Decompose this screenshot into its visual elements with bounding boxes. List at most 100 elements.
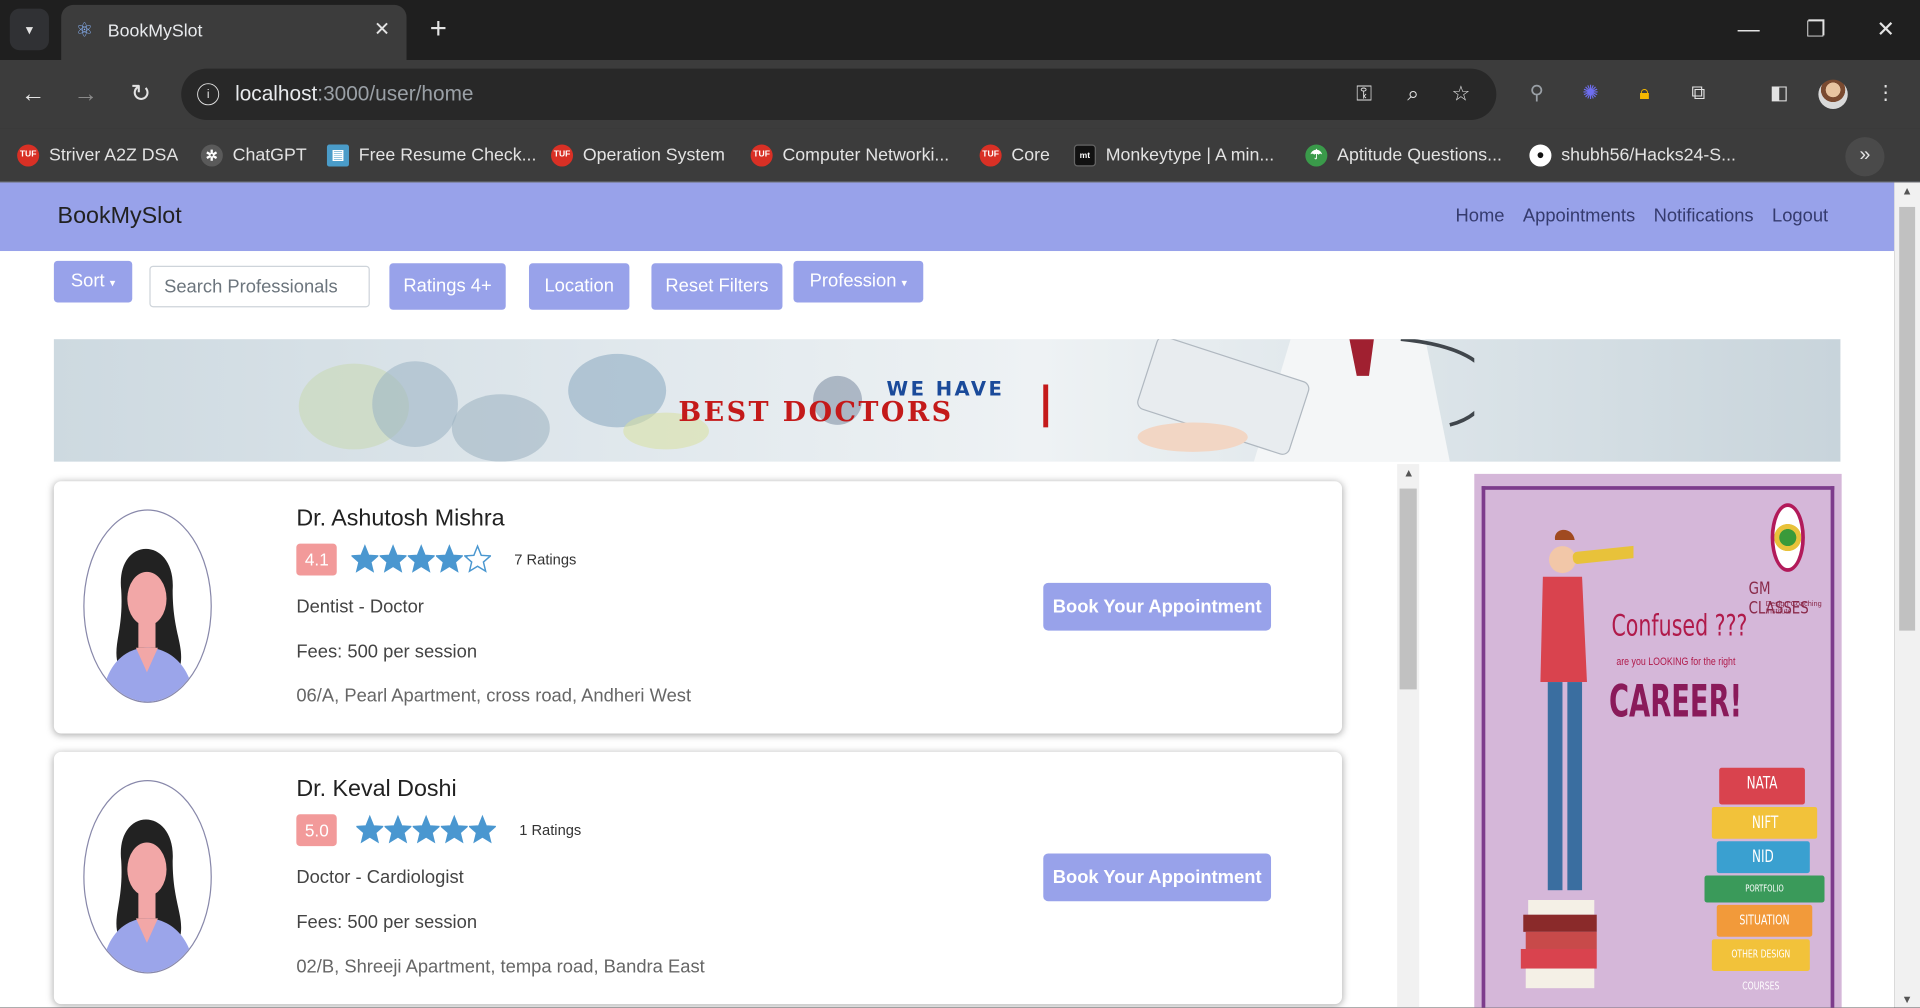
doctor-fees: Fees: 500 per session [296,912,478,934]
url-text: localhost:3000/user/home [235,82,474,106]
reset-filters-button[interactable]: Reset Filters [651,263,783,310]
scroll-up-icon[interactable]: ▲ [1902,185,1913,197]
star-icon [356,814,384,844]
bookmark-item[interactable]: mt Monkeytype | A min... [1073,141,1274,170]
banner-line-2: BEST DOCTORS [678,396,954,429]
ratings-count: 7 Ratings [514,551,577,569]
close-tab-icon[interactable]: ✕ [370,18,394,42]
gm-classes-logo [1770,503,1805,572]
bookmark-item[interactable]: ✲ ChatGPT [200,141,307,170]
profession-dropdown[interactable]: Profession ▾ [793,260,924,303]
star-icon [435,544,463,573]
active-tab[interactable]: ⚛ BookMySlot ✕ [61,4,407,61]
bookmark-item[interactable]: TUF Operation System [551,141,725,170]
banner-accent-bar [1043,384,1049,428]
restore-icon[interactable]: ❐ [1801,15,1830,44]
tuf-icon: TUF [750,144,773,167]
doctor-address: 02/B, Shreeji Apartment, tempa road, Ban… [296,956,705,978]
doctor-name: Dr. Ashutosh Mishra [296,505,505,532]
github-icon: ● [1529,144,1552,167]
extension-lock-icon[interactable]: 🔒︎ [1630,80,1659,109]
star-rating [356,813,496,847]
doctor-illustration [1137,339,1475,462]
bookmark-item[interactable]: ☂ Aptitude Questions... [1305,141,1502,170]
tuf-icon: TUF [17,144,40,167]
rating-badge: 4.1 [296,543,338,576]
doctor-card: Dr. Keval Doshi 5.0 1 Ratings Doctor - C… [53,751,1343,1005]
doctors-banner: WE HAVE BEST DOCTORS [53,339,1841,462]
chatgpt-icon: ✲ [200,144,223,167]
page-viewport: BookMySlot Home Appointments Notificatio… [0,182,1895,1008]
location-filter-button[interactable]: Location [528,263,630,310]
star-icon [351,544,379,573]
new-tab-button[interactable]: + [422,14,454,47]
scroll-up-icon[interactable]: ▲ [1403,467,1414,479]
side-panel-icon[interactable]: ◧ [1765,80,1794,109]
bookmark-item[interactable]: TUF Striver A2Z DSA [17,141,178,170]
doctor-fees: Fees: 500 per session [296,641,478,663]
bookmark-item[interactable]: TUF Computer Networki... [750,141,949,170]
tab-strip: ▾ ⚛ BookMySlot ✕ + — ❐ ✕ [0,0,1920,61]
book-appointment-button[interactable]: Book Your Appointment [1043,582,1272,631]
caret-down-icon: ▾ [901,276,908,289]
site-info-icon[interactable]: i [197,83,220,106]
ad-tagline: Design Coaching Institute [1765,601,1822,616]
tuf-icon: TUF [551,144,574,167]
back-button[interactable]: ← [16,77,50,111]
extension-gear-icon[interactable]: ✺ [1576,80,1605,109]
star-icon [379,544,407,573]
nav-home[interactable]: Home [1456,206,1505,227]
ad-headline-3: CAREER! [1608,677,1743,728]
course-book: SITUATION TEST [1716,904,1813,960]
rating-badge: 5.0 [296,814,338,847]
book-appointment-button[interactable]: Book Your Appointment [1043,853,1272,902]
star-icon [468,814,496,844]
doctor-name: Dr. Keval Doshi [296,776,457,803]
address-bar[interactable]: i localhost:3000/user/home ⚿ ⌕ ☆ [181,68,1497,121]
star-icon [412,814,440,844]
ad-headline-1: Confused ??? [1611,608,1748,643]
page-scrollbar[interactable]: ▲ ▼ [1894,182,1920,1008]
bookmark-star-icon[interactable]: ☆ [1447,81,1474,108]
scroll-thumb[interactable] [1899,206,1916,631]
nav-notifications[interactable]: Notifications [1654,206,1754,227]
student-telescope-illustration [1520,529,1634,989]
more-bookmarks-button[interactable]: » [1845,137,1885,177]
course-book: NIFT [1711,806,1818,839]
sort-dropdown[interactable]: Sort ▾ [53,260,133,303]
extension-icon[interactable]: ⚲ [1522,80,1551,109]
ratings-filter-button[interactable]: Ratings 4+ [389,263,506,310]
scroll-thumb[interactable] [1399,488,1417,690]
doctor-avatar [83,780,212,974]
menu-kebab-icon[interactable]: ⋮ [1871,80,1900,109]
nav-logout[interactable]: Logout [1772,206,1828,227]
reload-button[interactable]: ↻ [124,77,158,111]
nav-appointments[interactable]: Appointments [1523,206,1635,227]
close-window-icon[interactable]: ✕ [1871,15,1900,44]
course-book: NID [1716,841,1810,874]
tab-search-button[interactable]: ▾ [9,8,49,51]
zoom-icon[interactable]: ⌕ [1400,81,1427,108]
app-brand[interactable]: BookMySlot [58,203,182,230]
course-book: PORTFOLIO DEVELOPMENT [1704,875,1825,921]
profile-avatar[interactable] [1818,79,1848,109]
bookmark-item[interactable]: ● shubh56/Hacks24-S... [1529,141,1736,170]
female-avatar-icon [101,819,195,973]
bookmark-item[interactable]: TUF Core [979,141,1050,170]
indiabix-icon: ☂ [1305,144,1328,167]
career-ad[interactable]: GM CLASSES Design Coaching Institute Con… [1474,473,1842,1008]
extensions-puzzle-icon[interactable]: ⧉ [1684,80,1713,109]
list-scrollbar[interactable]: ▲ [1397,464,1420,1008]
doctor-avatar [83,509,212,703]
bookmark-item[interactable]: ▤ Free Resume Check... [326,141,536,170]
minimize-icon[interactable]: — [1734,15,1763,44]
password-key-icon[interactable]: ⚿ [1351,81,1378,108]
forward-button[interactable]: → [69,77,103,111]
star-icon [384,814,412,844]
banner-bubble [372,361,458,447]
ad-headline-2: are you LOOKING for the right [1616,655,1736,668]
react-icon: ⚛ [75,20,94,42]
monkeytype-icon: mt [1073,144,1096,167]
search-input[interactable]: Search Professionals [149,265,370,308]
scroll-down-icon[interactable]: ▼ [1902,993,1913,1005]
